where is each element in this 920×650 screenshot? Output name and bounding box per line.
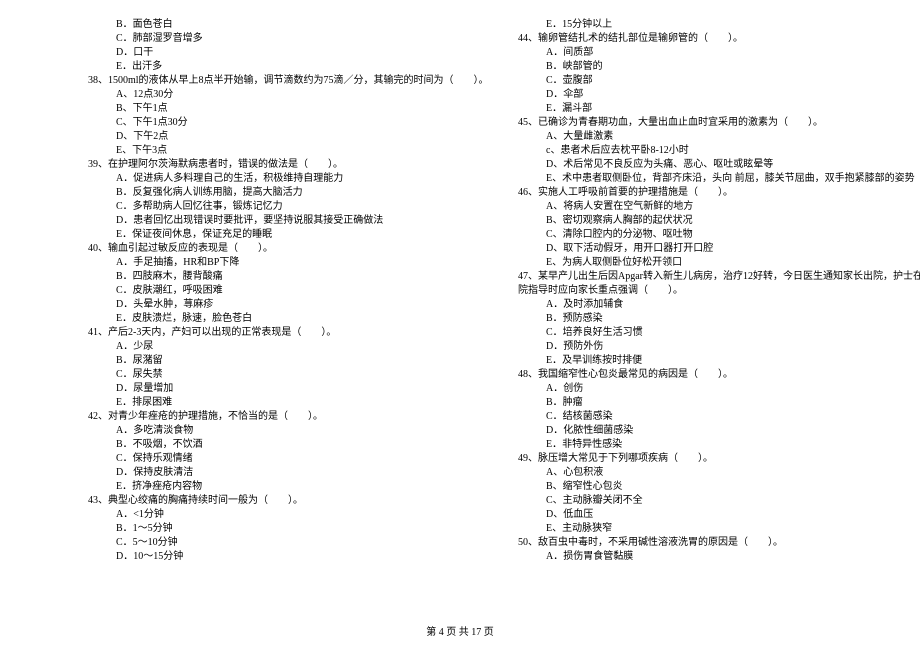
option: A．手足抽搐，HR和BP下降 [40,256,450,270]
option: D．10～15分钟 [40,550,450,564]
question-50: 50、敌百虫中毒时，不采用碱性溶液洗胃的原因是（ ）。 [470,536,880,550]
option: E．漏斗部 [470,102,880,116]
question-39: 39、在护理阿尔茨海默病患者时，错误的做法是（ ）。 [40,158,450,172]
option: D．保持皮肤清洁 [40,466,450,480]
option: E．保证夜间休息，保证充足的睡眠 [40,228,450,242]
question-47-line2: 院指导时应向家长重点强调（ ）。 [470,284,880,298]
question-49: 49、脉压增大常见于下列哪项疾病（ ）。 [470,452,880,466]
option: B、下午1点 [40,102,450,116]
option: c、患者术后应去枕平卧8-12小时 [470,144,880,158]
option: B．反复强化病人训练用脑，提高大脑活力 [40,186,450,200]
option: D．患者回忆出现错误时要批评，要坚持说服其接受正确做法 [40,214,450,228]
left-column: B．面色苍白 C．肺部湿罗音增多 D．口干 E．出汗多 38、1500ml的液体… [30,18,460,564]
option: C、下午1点30分 [40,116,450,130]
question-38: 38、1500ml的液体从早上8点半开始输，调节滴数约为75滴／分，其输完的时间… [40,74,450,88]
option: A．促进病人多料理自己的生活，积极维持自理能力 [40,172,450,186]
question-48: 48、我国缩窄性心包炎最常见的病因是（ ）。 [470,368,880,382]
option: C．结核菌感染 [470,410,880,424]
option: B．预防感染 [470,312,880,326]
option: E．非特异性感染 [470,438,880,452]
option: D．尿量增加 [40,382,450,396]
question-40: 40、输血引起过敏反应的表现是（ ）。 [40,242,450,256]
option: B、密切观察病人胸部的起伏状况 [470,214,880,228]
option: A．间质部 [470,46,880,60]
option: E．排尿困难 [40,396,450,410]
option: C．5～10分钟 [40,536,450,550]
option: D．口干 [40,46,450,60]
option: E．15分钟以上 [470,18,880,32]
option: A．及时添加辅食 [470,298,880,312]
option: C、清除口腔内的分泌物、呕吐物 [470,228,880,242]
option: C．肺部湿罗音增多 [40,32,450,46]
option: E、术中患者取侧卧位，背部齐床沿，头向 前屈，膝关节屈曲，双手抱紧膝部的姿势 [470,172,880,186]
option: D．化脓性细菌感染 [470,424,880,438]
option: D．伞部 [470,88,880,102]
option: C．培养良好生活习惯 [470,326,880,340]
page-footer: 第 4 页 共 17 页 [0,623,920,638]
option: A、心包积液 [470,466,880,480]
option: E、主动脉狭窄 [470,522,880,536]
option: D、取下活动假牙，用开口器打开口腔 [470,242,880,256]
option: C．保持乐观情绪 [40,452,450,466]
option: E．出汗多 [40,60,450,74]
option: C．壶腹部 [470,74,880,88]
option: B．尿潴留 [40,354,450,368]
option: E、为病人取侧卧位好松开领口 [470,256,880,270]
option: A．多吃清淡食物 [40,424,450,438]
option: C．皮肤潮红，呼吸困难 [40,284,450,298]
option: A．创伤 [470,382,880,396]
option: E．挤净痤疮内容物 [40,480,450,494]
option: B．不吸烟，不饮酒 [40,438,450,452]
option: E．皮肤溃烂，脉速，脸色苍白 [40,312,450,326]
option: B．肿瘤 [470,396,880,410]
question-44: 44、输卵管结扎术的结扎部位是输卵管的（ ）。 [470,32,880,46]
option: D．预防外伤 [470,340,880,354]
question-43: 43、典型心绞痛的胸痛持续时间一般为（ ）。 [40,494,450,508]
question-41: 41、产后2-3天内，产妇可以出现的正常表现是（ ）。 [40,326,450,340]
option: B．面色苍白 [40,18,450,32]
option: D．头晕水肿，荨麻疹 [40,298,450,312]
exam-page: B．面色苍白 C．肺部湿罗音增多 D．口干 E．出汗多 38、1500ml的液体… [0,0,920,594]
option: E．及早训练按时排便 [470,354,880,368]
option: B．峡部管的 [470,60,880,74]
question-46: 46、实施人工呼吸前首要的护理措施是（ ）。 [470,186,880,200]
option: D、低血压 [470,508,880,522]
option: A．少尿 [40,340,450,354]
option: A、将病人安置在空气新鲜的地方 [470,200,880,214]
option: B、缩窄性心包炎 [470,480,880,494]
option: A、12点30分 [40,88,450,102]
option: A、大量雌激素 [470,130,880,144]
right-column: E．15分钟以上 44、输卵管结扎术的结扎部位是输卵管的（ ）。 A．间质部 B… [460,18,890,564]
option: B．1～5分钟 [40,522,450,536]
option: B．四肢麻木，腰背酸痛 [40,270,450,284]
option: A．<1分钟 [40,508,450,522]
question-45: 45、已确诊为青春期功血，大量出血止血时宜采用的激素为（ ）。 [470,116,880,130]
option: A．损伤胃食管黏膜 [470,550,880,564]
option: C．尿失禁 [40,368,450,382]
option: C．多帮助病人回忆往事，锻炼记忆力 [40,200,450,214]
option: C、主动脉瓣关闭不全 [470,494,880,508]
option: D、术后常见不良反应为头痛、恶心、呕吐或眩晕等 [470,158,880,172]
question-42: 42、对青少年痤疮的护理措施，不恰当的是（ ）。 [40,410,450,424]
question-47-line1: 47、某早产儿出生后因Apgar转入新生儿病房，治疗12好转，今日医生通知家长出… [470,270,880,284]
option: D、下午2点 [40,130,450,144]
option: E、下午3点 [40,144,450,158]
